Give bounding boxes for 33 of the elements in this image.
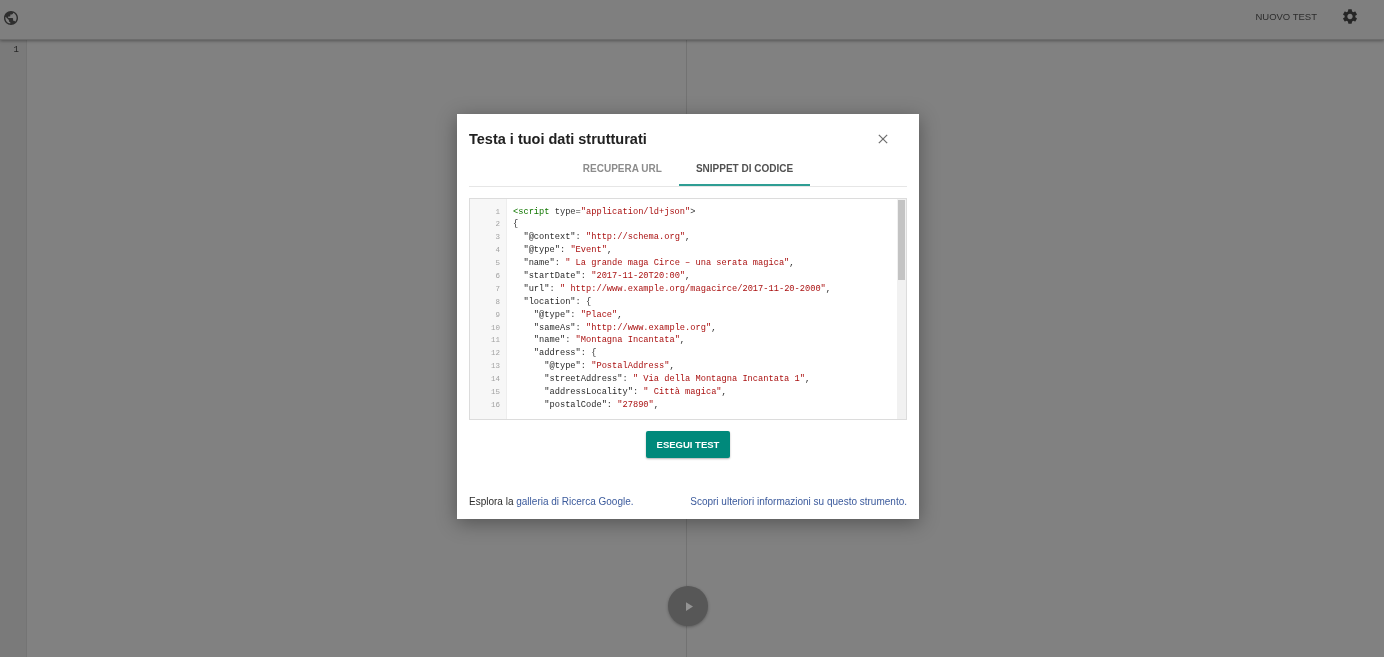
close-icon[interactable] <box>878 134 888 144</box>
code-line: "url": " http://www.example.org/magacirce/2017-11-20-2000", <box>522 282 833 296</box>
code-line: "address": { <box>532 347 598 361</box>
tab[interactable]: SNIPPET DI CODICE <box>678 154 811 186</box>
dialog-title: Testa i tuoi dati strutturati <box>469 131 647 147</box>
code-line: { <box>513 218 520 232</box>
play-icon <box>685 601 693 611</box>
play-button[interactable] <box>668 586 708 626</box>
code-line: "startDate": "2017-11-20T20:00", <box>522 269 692 283</box>
run-test-button[interactable]: ESEGUI TEST <box>646 431 730 458</box>
code-editor[interactable] <box>469 198 907 420</box>
new-test-button[interactable]: NUOVO TEST <box>1255 11 1317 22</box>
tab[interactable]: RECUPERA URL <box>565 154 679 186</box>
scrollbar-thumb[interactable] <box>898 200 905 280</box>
scrollbar-track[interactable] <box>897 199 906 419</box>
gallery-link[interactable]: galleria di Ricerca Google. <box>516 496 634 507</box>
code-line: "streetAddress": " Via della Montagna Incantata 1", <box>543 373 812 386</box>
code-line: <script type="application/ld+json"> <box>513 205 697 219</box>
settings-icon[interactable] <box>1343 9 1357 24</box>
info-link[interactable]: Scopri ulteriori informazioni su questo strumento. <box>690 496 907 507</box>
code-line: "location": { <box>522 295 593 309</box>
code-line: "@type": "Place", <box>532 308 624 322</box>
code-line: "@type": "Event", <box>522 244 614 258</box>
gallery-sentence: Esplora la galleria di Ricerca Google. <box>469 496 634 507</box>
code-line: "@context": "http://schema.org", <box>522 231 692 245</box>
code-line: "addressLocality": " Città magica", <box>543 385 728 399</box>
code-line: "postalCode": "27890", <box>543 398 660 412</box>
code-line: "name": " La grande maga Circe – una serata magica", <box>522 257 796 270</box>
code-line: "@type": "PostalAddress", <box>543 360 676 374</box>
globe-icon[interactable] <box>4 10 18 25</box>
line-number: 1 <box>13 45 19 56</box>
code-line: "name": "Montagna Incantata", <box>532 334 687 348</box>
code-line: "sameAs": "http://www.example.org", <box>532 321 718 335</box>
